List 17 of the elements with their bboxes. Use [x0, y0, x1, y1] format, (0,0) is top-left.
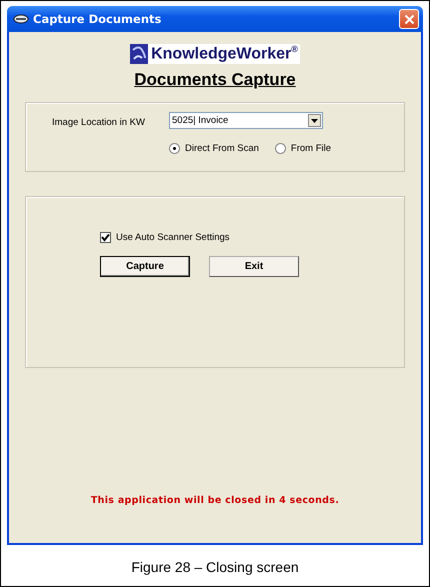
- form-heading: Documents Capture: [133, 70, 297, 90]
- dialog-button[interactable]: Exit: [209, 256, 299, 277]
- source-radio[interactable]: Direct From Scan: [169, 143, 259, 154]
- location-label: Image Location in KW: [52, 117, 146, 128]
- window-title: Capture Documents: [33, 12, 162, 26]
- source-radio[interactable]: From File: [274, 143, 332, 154]
- logo-icon: [130, 44, 148, 64]
- dialog-button[interactable]: Capture: [100, 256, 190, 277]
- closing-message: This application will be closed in 4 seconds.: [90, 495, 340, 506]
- logo-text: KnowledgeWorker$^{®}$: [151, 44, 298, 64]
- dropdown-arrow-icon: [311, 118, 318, 122]
- location-dropdown[interactable]: 5025| Invoice: [169, 112, 323, 129]
- close-icon: [404, 14, 414, 24]
- app-icon: [13, 13, 29, 25]
- figure-caption: Figure 28 – Closing screen: [130, 559, 300, 575]
- auto-settings-checkbox[interactable]: Use Auto Scanner Settings: [100, 232, 404, 243]
- close-button[interactable]: [399, 9, 419, 29]
